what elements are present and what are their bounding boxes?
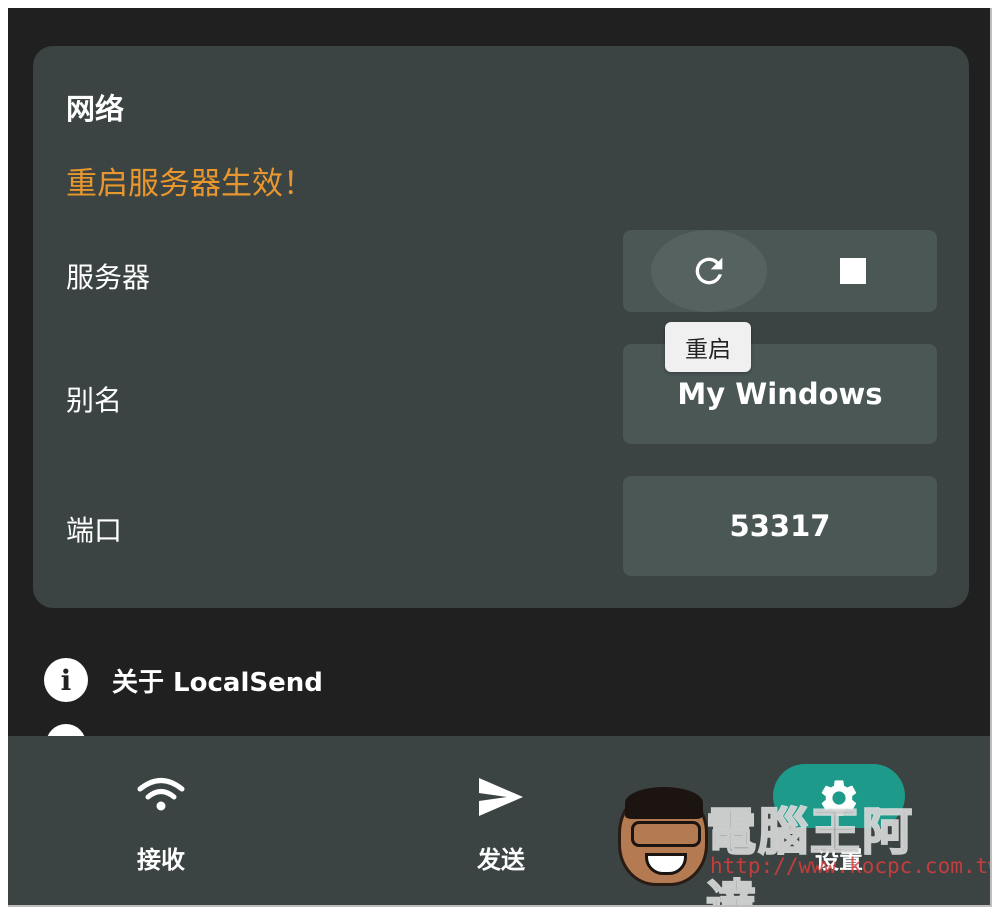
alias-label: 别名: [66, 384, 123, 417]
info-icon: i: [44, 658, 88, 702]
nav-settings[interactable]: 设置: [759, 736, 919, 905]
port-label: 端口: [66, 514, 123, 547]
restart-tooltip: 重启: [665, 322, 751, 372]
stop-server-button[interactable]: [813, 230, 893, 312]
bottom-navigation: 接收 发送 设置: [8, 736, 990, 905]
network-settings-card: 网络 重启服务器生效！ 服务器 重启 别名 My Windows 端口 5331…: [33, 46, 969, 608]
restart-warning: 重启服务器生效！: [66, 166, 314, 202]
section-title: 网络: [66, 92, 125, 126]
wifi-icon: [137, 778, 185, 811]
gear-icon: [821, 780, 857, 816]
about-label: 关于 LocalSend: [112, 667, 323, 698]
stop-icon: [840, 258, 866, 284]
server-label: 服务器: [66, 261, 151, 294]
nav-receive[interactable]: 接收: [81, 736, 241, 905]
server-controls: [623, 230, 937, 312]
send-icon: [479, 778, 523, 816]
about-localsend-link[interactable]: i 关于 LocalSend: [44, 658, 323, 702]
nav-send[interactable]: 发送: [421, 736, 581, 905]
port-field[interactable]: 53317: [623, 476, 937, 576]
nav-send-label: 发送: [477, 846, 525, 874]
restart-server-button[interactable]: [651, 230, 767, 312]
app-window: 网络 重启服务器生效！ 服务器 重启 别名 My Windows 端口 5331…: [8, 8, 992, 907]
nav-receive-label: 接收: [137, 846, 185, 874]
refresh-icon: [695, 257, 723, 285]
nav-settings-label: 设置: [815, 846, 863, 874]
